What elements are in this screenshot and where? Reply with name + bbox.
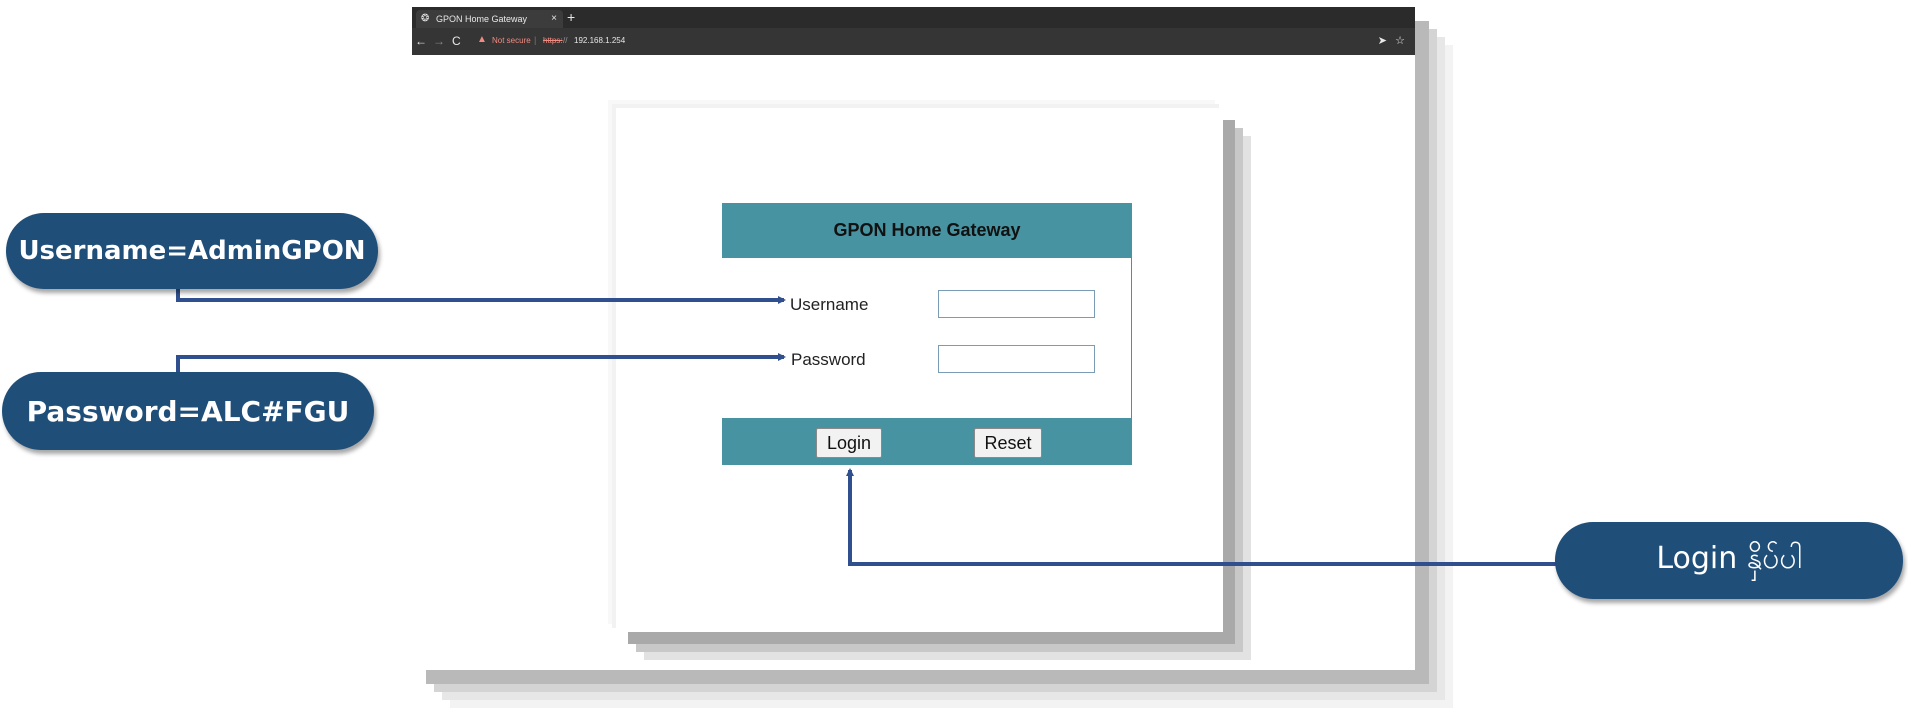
login-form-header: GPON Home Gateway xyxy=(722,203,1132,258)
globe-icon: ❂ xyxy=(421,13,430,24)
share-icon[interactable]: ➤ xyxy=(1378,34,1387,47)
reload-icon[interactable]: C xyxy=(452,33,461,49)
not-secure-label[interactable]: Not secure xyxy=(492,36,531,45)
address-bar-url[interactable]: 192.168.1.254 xyxy=(574,36,625,45)
password-label: Password xyxy=(791,350,866,369)
login-callout: Login နှိပ်ပါ xyxy=(1555,522,1903,599)
forward-icon[interactable]: → xyxy=(433,33,445,49)
tab-bar: ❂ GPON Home Gateway × + xyxy=(412,7,1415,28)
password-input[interactable] xyxy=(938,345,1095,373)
username-label: Username xyxy=(790,295,869,314)
login-form-body xyxy=(722,258,1132,418)
url-slashes[interactable]: // xyxy=(563,36,567,45)
url-scheme[interactable]: https: xyxy=(543,36,563,45)
star-icon[interactable]: ☆ xyxy=(1395,34,1405,47)
warning-icon[interactable]: ▲ xyxy=(477,34,487,45)
reset-button[interactable]: Reset xyxy=(974,428,1042,458)
url-separator: | xyxy=(534,35,537,45)
address-toolbar: ← → C ▲ Not secure | https: // 192.168.1… xyxy=(412,28,1415,55)
back-icon[interactable]: ← xyxy=(415,33,427,49)
login-button[interactable]: Login xyxy=(816,428,882,458)
username-input[interactable] xyxy=(938,290,1095,318)
password-callout: Password=ALC#FGU xyxy=(2,372,374,450)
username-callout: Username=AdminGPON xyxy=(6,213,378,289)
tab-title: GPON Home Gateway xyxy=(436,14,528,24)
close-icon[interactable]: × xyxy=(551,10,557,28)
new-tab-button[interactable]: + xyxy=(567,8,575,26)
browser-tab[interactable]: ❂ GPON Home Gateway × xyxy=(416,10,563,28)
login-form-footer xyxy=(722,418,1132,465)
